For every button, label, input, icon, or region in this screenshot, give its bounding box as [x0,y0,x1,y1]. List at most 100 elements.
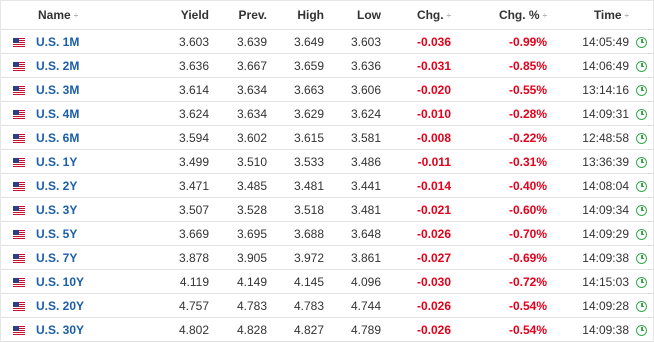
prev-value: 3.695 [236,226,267,241]
instrument-name-link[interactable]: U.S. 1Y [27,155,127,169]
clock-icon [629,59,653,73]
change-percent-value: -0.40% [508,178,547,193]
column-header-yield[interactable]: Yield [127,8,209,22]
low-value: 4.096 [350,274,381,289]
instrument-name-link[interactable]: U.S. 3M [27,83,127,97]
instrument-name-link[interactable]: U.S. 10Y [27,275,127,289]
table-row: U.S. 1Y 3.499 3.510 3.533 3.486 -0.011 -… [1,150,653,174]
instrument-name-link[interactable]: U.S. 2M [27,59,127,73]
instrument-name[interactable]: U.S. 3Y [36,203,77,217]
change-value: -0.036 [416,34,451,49]
instrument-name[interactable]: U.S. 7Y [36,251,77,265]
low-value: 4.789 [350,322,381,337]
yield-value: 3.594 [178,130,209,145]
yield-value: 3.624 [178,106,209,121]
change-percent-value: -0.69% [508,250,547,265]
instrument-name-link[interactable]: U.S. 7Y [27,251,127,265]
high-value: 4.783 [293,298,324,313]
clock-icon [629,35,653,49]
instrument-name[interactable]: U.S. 4M [36,107,79,121]
time-value: 14:06:49 [582,58,629,73]
prev-value: 4.783 [236,298,267,313]
prev-value: 3.639 [236,34,267,49]
instrument-name[interactable]: U.S. 3M [36,83,79,97]
yield-value: 4.757 [178,298,209,313]
high-value: 3.533 [293,154,324,169]
column-header-low[interactable]: Low [324,8,381,22]
us-flag-icon [1,251,27,265]
us-flag-icon [1,155,27,169]
us-flag-icon [1,299,27,313]
instrument-name[interactable]: U.S. 20Y [36,299,84,313]
prev-value: 3.634 [236,106,267,121]
clock-icon [629,179,653,193]
column-header-high[interactable]: High [267,8,324,22]
high-value: 4.145 [293,274,324,289]
yield-value: 4.119 [179,274,209,289]
change-value: -0.021 [416,202,451,217]
yield-value: 3.499 [178,154,209,169]
instrument-name[interactable]: U.S. 5Y [36,227,77,241]
low-value: 3.648 [350,226,381,241]
column-label: Chg. [416,8,444,22]
instrument-name[interactable]: U.S. 2Y [36,179,77,193]
instrument-name[interactable]: U.S. 1Y [36,155,77,169]
time-value: 14:08:04 [582,178,629,193]
change-percent-value: -0.99% [508,34,547,49]
low-value: 3.486 [350,154,381,169]
yield-value: 3.507 [178,202,209,217]
time-value: 14:09:34 [582,202,629,217]
instrument-name-link[interactable]: U.S. 2Y [27,179,127,193]
column-label: High [297,8,324,22]
table-row: U.S. 30Y 4.802 4.828 4.827 4.789 -0.026 … [1,318,653,342]
low-value: 3.603 [350,34,381,49]
column-header-prev[interactable]: Prev. [209,8,267,22]
prev-value: 4.828 [236,322,267,337]
instrument-name[interactable]: U.S. 1M [36,35,79,49]
instrument-name[interactable]: U.S. 30Y [36,323,84,337]
column-label: Yield [180,8,209,22]
change-value: -0.031 [416,58,451,73]
yield-value: 3.614 [178,82,209,97]
change-value: -0.027 [416,250,451,265]
high-value: 3.615 [293,130,324,145]
high-value: 3.481 [293,178,324,193]
change-value: -0.010 [416,106,451,121]
table-row: U.S. 20Y 4.757 4.783 4.783 4.744 -0.026 … [1,294,653,318]
instrument-name-link[interactable]: U.S. 5Y [27,227,127,241]
column-header-chg[interactable]: Chg. ÷ [381,8,451,22]
sort-icon[interactable]: ÷ [625,11,629,20]
change-value: -0.026 [416,322,451,337]
column-header-time[interactable]: Time ÷ [547,8,629,22]
time-value: 14:09:29 [582,226,629,241]
column-header-chg-pct[interactable]: Chg. % ÷ [451,8,547,22]
instrument-name[interactable]: U.S. 2M [36,59,79,73]
low-value: 3.636 [350,58,381,73]
column-header-name[interactable]: Name ÷ [1,8,127,22]
change-percent-value: -0.60% [508,202,547,217]
instrument-name-link[interactable]: U.S. 30Y [27,323,127,337]
instrument-name-link[interactable]: U.S. 20Y [27,299,127,313]
instrument-name-link[interactable]: U.S. 3Y [27,203,127,217]
instrument-name[interactable]: U.S. 6M [36,131,79,145]
instrument-name-link[interactable]: U.S. 1M [27,35,127,49]
sort-icon[interactable]: ÷ [74,11,78,20]
high-value: 3.518 [293,202,324,217]
column-label: Chg. % [498,8,540,22]
instrument-name-link[interactable]: U.S. 6M [27,131,127,145]
low-value: 3.581 [350,130,381,145]
yield-value: 4.802 [178,322,209,337]
change-percent-value: -0.55% [508,82,547,97]
us-flag-icon [1,35,27,49]
time-value: 13:14:16 [582,82,629,97]
prev-value: 3.634 [236,82,267,97]
us-flag-icon [1,131,27,145]
instrument-name-link[interactable]: U.S. 4M [27,107,127,121]
time-value: 14:05:49 [582,34,629,49]
instrument-name[interactable]: U.S. 10Y [36,275,84,289]
table-header: Name ÷ Yield Prev. High Low Chg. ÷ Chg. % ÷… [1,1,653,30]
high-value: 3.663 [293,82,324,97]
high-value: 3.649 [293,34,324,49]
table-row: U.S. 2M 3.636 3.667 3.659 3.636 -0.031 -… [1,54,653,78]
change-percent-value: -0.85% [508,58,547,73]
